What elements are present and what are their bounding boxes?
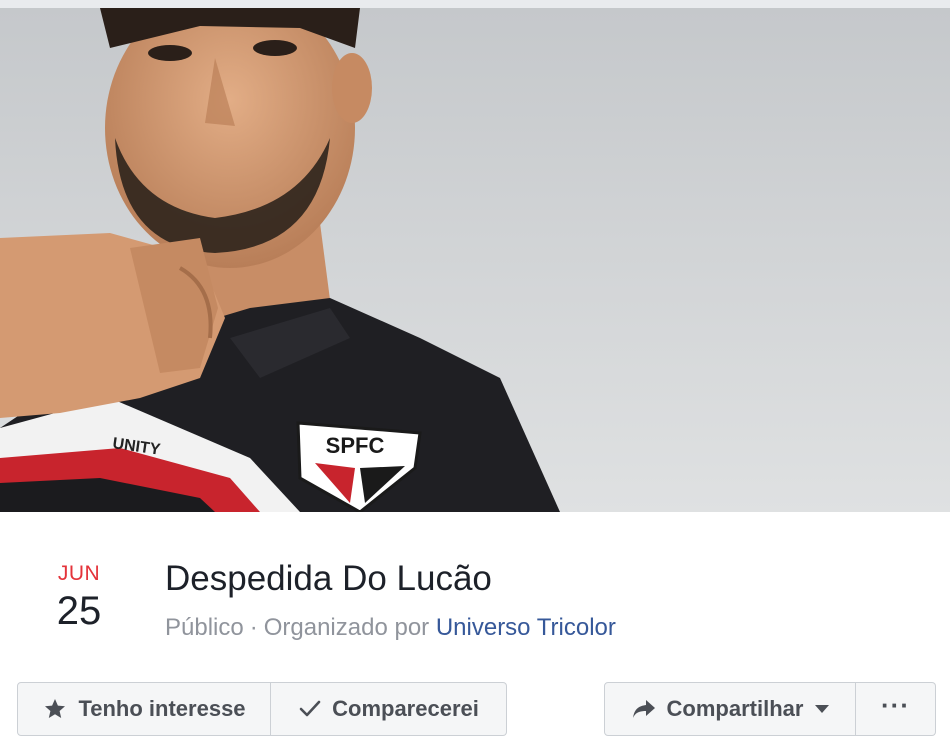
going-button[interactable]: Comparecerei <box>271 682 507 736</box>
event-date: JUN 25 <box>40 562 118 634</box>
interested-button[interactable]: Tenho interesse <box>17 682 271 736</box>
caret-down-icon[interactable] <box>815 705 830 713</box>
organized-by-label: Organizado por <box>263 614 430 641</box>
svg-text:SPFC: SPFC <box>326 433 385 458</box>
event-month: JUN <box>57 562 101 585</box>
event-title: Despedida Do Lucão <box>165 559 492 598</box>
going-label: Comparecerei <box>332 696 479 721</box>
event-cover-photo[interactable]: SPFC UNITY <box>0 0 950 512</box>
star-icon <box>42 697 68 721</box>
organizer-link[interactable]: Universo Tricolor <box>436 614 616 641</box>
share-label: Compartilhar <box>666 696 804 721</box>
more-icon: ··· <box>881 690 910 720</box>
check-icon <box>298 698 322 720</box>
meta-separator: · <box>249 614 258 641</box>
event-day: 25 <box>56 589 102 633</box>
share-arrow-icon <box>631 698 657 720</box>
share-button-group: Compartilhar ··· <box>604 682 936 736</box>
interested-label: Tenho interesse <box>78 696 246 721</box>
rsvp-button-group: Tenho interesse Comparecerei <box>17 682 507 736</box>
more-options-button[interactable]: ··· <box>856 682 936 736</box>
share-button[interactable]: Compartilhar <box>604 682 856 736</box>
event-privacy: Público <box>165 614 244 641</box>
cover-image: SPFC UNITY <box>0 8 950 512</box>
event-meta: Público · Organizado por Universo Tricolor <box>165 613 616 643</box>
